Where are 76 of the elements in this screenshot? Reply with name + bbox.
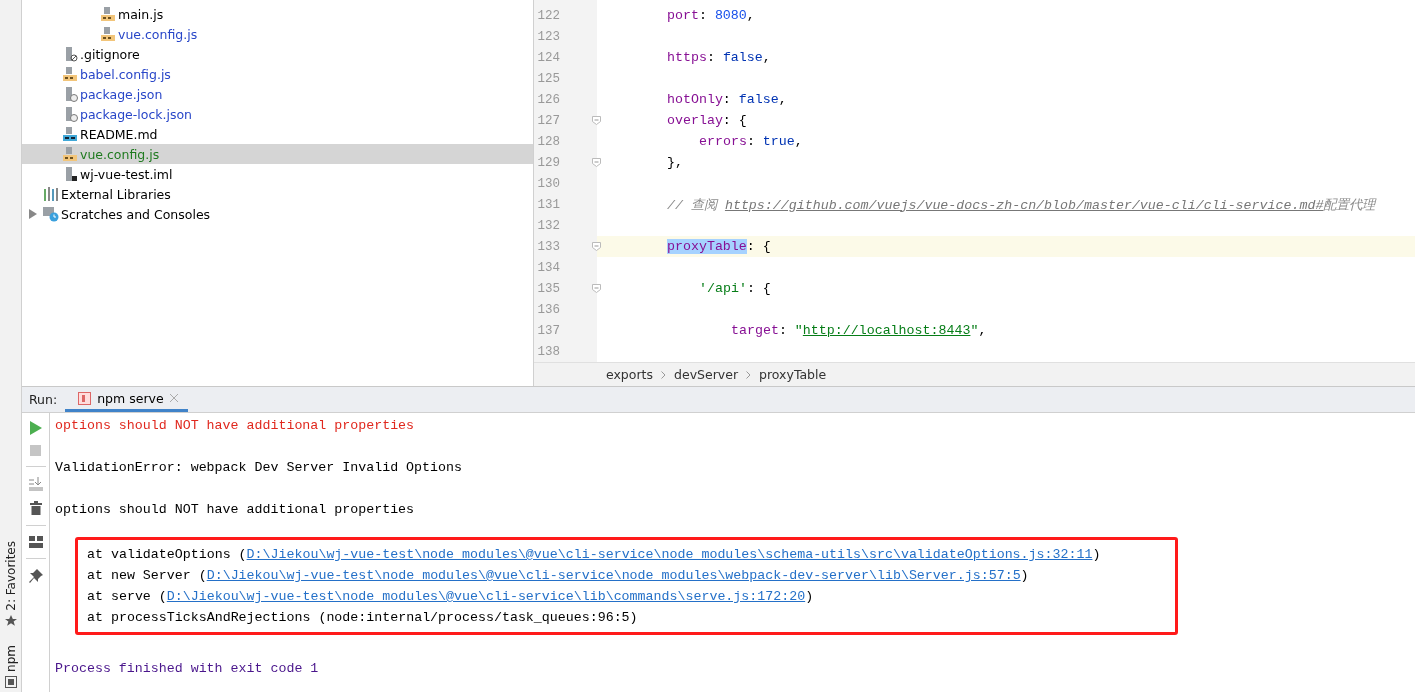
tool-window-tab[interactable]: 2: Favorites bbox=[3, 541, 18, 612]
star-icon bbox=[4, 615, 17, 628]
line-number: 128 bbox=[536, 134, 560, 149]
js-file-icon bbox=[100, 6, 116, 22]
file-tree-item[interactable]: babel.config.js bbox=[22, 64, 533, 84]
code-line: overlay: { bbox=[666, 113, 747, 128]
line-number: 131 bbox=[536, 197, 560, 212]
code-line: hotOnly: false, bbox=[666, 92, 787, 107]
stack-trace-line: at new Server (D:\Jiekou\wj-vue-test\node_modules\@vue\cli-service\node_modules\webpack-dev-server\lib\Server.js:57:5) bbox=[87, 568, 1029, 583]
fold-marker-icon[interactable] bbox=[592, 116, 601, 125]
console-line: options should NOT have additional properties bbox=[55, 502, 415, 517]
file-tree-item[interactable]: wj-vue-test.iml bbox=[22, 164, 533, 184]
npm-icon bbox=[78, 391, 92, 405]
breadcrumb[interactable]: devServer bbox=[674, 367, 739, 382]
trash-icon[interactable] bbox=[29, 501, 42, 515]
file-tree-item[interactable]: .gitignore bbox=[22, 44, 533, 64]
js-file-icon bbox=[62, 66, 78, 82]
line-number: 138 bbox=[536, 344, 560, 359]
line-number: 129 bbox=[536, 155, 560, 170]
stack-trace-line: at serve (D:\Jiekou\wj-vue-test\node_modules\@vue\cli-service\lib\commands\serve.js:172:20) bbox=[87, 589, 814, 604]
run-icon[interactable] bbox=[29, 421, 42, 435]
line-number: 136 bbox=[536, 302, 560, 317]
tree-root-item[interactable]: External Libraries bbox=[61, 186, 171, 202]
line-number: 123 bbox=[536, 29, 560, 44]
console-line: options should NOT have additional properties bbox=[55, 418, 415, 433]
markdown-file-icon bbox=[62, 126, 78, 142]
caret-icon[interactable] bbox=[29, 209, 37, 219]
line-number: 125 bbox=[536, 71, 560, 86]
run-tab[interactable]: npm serve bbox=[65, 387, 188, 412]
fold-marker-icon[interactable] bbox=[592, 242, 601, 251]
js-file-icon bbox=[62, 146, 78, 162]
code-line: errors: true, bbox=[698, 134, 803, 149]
breadcrumb[interactable]: exports bbox=[606, 367, 653, 382]
line-number: 133 bbox=[536, 239, 560, 254]
js-file-icon bbox=[100, 26, 116, 42]
chevron-right-icon bbox=[661, 370, 666, 379]
code-line: port: 8080, bbox=[666, 8, 755, 23]
line-number: 130 bbox=[536, 176, 560, 191]
line-number: 137 bbox=[536, 323, 560, 338]
console-line: Process finished with exit code 1 bbox=[55, 661, 319, 676]
layout-icon[interactable] bbox=[28, 536, 43, 548]
file-tree-item[interactable]: vue.config.js bbox=[22, 24, 533, 44]
code-line: proxyTable: { bbox=[666, 239, 771, 254]
stack-trace-line: at validateOptions (D:\Jiekou\wj-vue-test\node_modules\@vue\cli-service\node_modules\schema-utils\src\validateOptions.js:32:11) bbox=[87, 547, 1101, 562]
close-icon[interactable] bbox=[169, 394, 178, 402]
file-tree-item[interactable]: main.js bbox=[22, 4, 533, 24]
line-number: 134 bbox=[536, 260, 560, 275]
line-number: 135 bbox=[536, 281, 560, 296]
file-tree-item[interactable]: package-lock.json bbox=[22, 104, 533, 124]
file-tree-item[interactable]: package.json bbox=[22, 84, 533, 104]
chevron-right-icon bbox=[746, 370, 752, 379]
library-icon bbox=[43, 187, 59, 201]
console-line: ValidationError: webpack Dev Server Invalid Options bbox=[55, 460, 462, 475]
tree-root-item[interactable]: Scratches and Consoles bbox=[61, 206, 211, 222]
code-line: https: false, bbox=[666, 50, 771, 65]
line-number: 126 bbox=[536, 92, 560, 107]
pin-icon[interactable] bbox=[28, 569, 43, 583]
window-icon bbox=[4, 676, 17, 688]
line-number: 124 bbox=[536, 50, 560, 65]
code-line: // 查阅 https://github.com/vuejs/vue-docs-zh-cn/blob/master/vue-cli/cli-service.md#配置代理 bbox=[666, 196, 1376, 214]
fold-marker-icon[interactable] bbox=[592, 284, 601, 293]
code-line: '/api': { bbox=[698, 281, 771, 296]
scroll-to-end-icon[interactable] bbox=[28, 477, 43, 491]
line-number: 127 bbox=[536, 113, 560, 128]
scratch-icon bbox=[43, 206, 59, 222]
line-number: 132 bbox=[536, 218, 560, 233]
code-line: }, bbox=[666, 155, 683, 170]
line-number: 122 bbox=[536, 8, 560, 23]
code-line: target: "http://localhost:8443", bbox=[730, 323, 987, 338]
run-label: Run: bbox=[28, 391, 59, 409]
fold-marker-icon[interactable] bbox=[592, 158, 601, 167]
breadcrumb[interactable]: proxyTable bbox=[759, 367, 827, 382]
file-tree-item[interactable]: vue.config.js bbox=[22, 144, 533, 164]
stack-trace-line: at processTicksAndRejections (node:internal/process/task_queues:96:5) bbox=[87, 610, 638, 625]
tool-window-tab[interactable]: npm bbox=[3, 645, 18, 672]
file-tree-item[interactable]: README.md bbox=[22, 124, 533, 144]
